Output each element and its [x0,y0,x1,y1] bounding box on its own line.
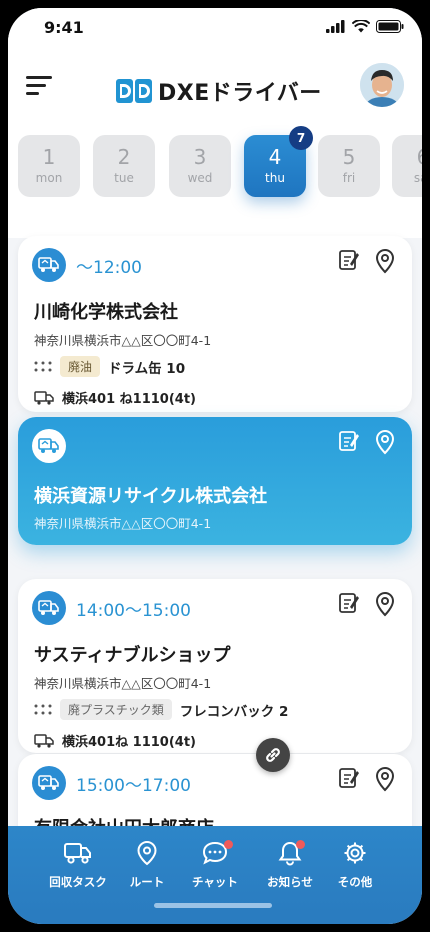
status-time: 9:41 [44,18,84,37]
day-fri[interactable]: 5 fri [318,135,380,197]
day-selector: 1 mon 2 tue 3 wed 4 thu 7 5 fri 6 sat [18,126,422,199]
gear-icon [344,842,366,864]
user-avatar[interactable] [360,63,404,107]
grid-dots-icon [34,704,52,714]
signal-icon [326,20,345,33]
company-name: サスティナブルショップ [34,645,231,666]
location-pin-icon [137,840,157,866]
task-time: 15:00〜17:00 [76,776,191,796]
app-title: DXEドライバー [158,81,322,106]
task-card[interactable]: 〜12:00 川崎化学株式会社 神奈川県横浜市△△区〇〇町4-1 廃油 ドラム缶… [18,236,412,412]
day-weekday: fri [342,171,356,185]
edit-note-icon[interactable] [338,248,360,272]
chat-notification-dot [224,840,233,849]
waste-quantity: ドラム缶 10 [108,360,186,377]
tab-label: チャット [192,875,238,889]
tab-collection-tasks[interactable]: 回収タスク [38,840,118,890]
vehicle-plate: 横浜401ね 1110(4t) [62,735,196,750]
status-icons [326,20,404,33]
truck-icon [34,390,54,405]
day-weekday: wed [187,171,213,185]
truck-icon [64,843,91,864]
link-button[interactable] [256,738,290,772]
hamburger-icon-line [26,84,46,87]
tab-chat[interactable]: チャット [175,840,255,890]
tab-label: 回収タスク [49,875,107,889]
grid-dots-icon [34,361,52,371]
dxe-logo-icon [116,79,152,103]
location-pin-icon[interactable] [374,591,396,617]
waste-item-row: 廃プラスチック類 フレコンバック 2 [34,699,288,720]
day-number: 2 [117,145,131,169]
avatar-image [360,63,404,107]
edit-note-icon[interactable] [338,591,360,615]
day-sat[interactable]: 6 sat [392,135,422,197]
waste-item-row: 廃油 ドラム缶 10 [34,356,185,377]
task-time: 14:00〜15:00 [76,601,191,621]
card-actions [338,766,396,792]
company-name: 川崎化学株式会社 [34,302,178,323]
day-tue[interactable]: 2 tue [93,135,155,197]
company-address: 神奈川県横浜市△△区〇〇町4-1 [34,333,212,348]
menu-button[interactable] [26,73,52,97]
bottom-tab-bar: 回収タスク ルート チャット お知らせ その他 [8,826,422,924]
location-pin-icon[interactable] [374,248,396,274]
card-actions [338,591,396,617]
home-indicator [154,903,272,908]
wifi-icon [352,20,370,33]
day-weekday: thu [265,171,285,185]
phone-screen: 9:41 DXEドライバー 1 mon 2 tue 3 wed 4 thu 7 … [8,8,422,924]
truck-recycle-icon [32,591,66,625]
day-wed[interactable]: 3 wed [169,135,231,197]
day-thu[interactable]: 4 thu 7 [244,126,313,197]
card-actions [338,248,396,274]
hamburger-icon-line [26,92,39,95]
task-card[interactable]: 14:00〜15:00 サスティナブルショップ 神奈川県横浜市△△区〇〇町4-1… [18,579,412,753]
day-number: 1 [42,145,56,169]
company-address: 神奈川県横浜市△△区〇〇町4-1 [34,516,212,531]
hamburger-icon [26,76,52,79]
truck-recycle-icon [32,766,66,800]
waste-quantity: フレコンバック 2 [179,703,289,720]
waste-type-tag: 廃油 [60,356,101,377]
app-brand: DXEドライバー [116,75,322,107]
truck-recycle-icon [32,248,66,282]
card-actions [338,429,396,455]
location-pin-icon[interactable] [374,429,396,455]
vehicle-plate: 横浜401 ね1110(4t) [62,392,196,407]
waste-type-tag: 廃プラスチック類 [60,699,172,720]
tab-others[interactable]: その他 [315,840,395,890]
task-count-badge: 7 [289,126,313,150]
day-weekday: tue [114,171,134,185]
truck-recycle-icon [32,429,66,463]
task-time: 〜12:00 [76,258,142,278]
day-number: 6 [392,145,422,169]
day-weekday: mon [35,171,63,185]
day-weekday: sat [413,171,422,185]
day-number: 3 [193,145,207,169]
battery-icon [376,20,404,33]
company-name: 横浜資源リサイクル株式会社 [34,486,268,507]
app-header: DXEドライバー [8,63,422,123]
status-bar: 9:41 [8,8,422,48]
truck-icon [34,733,54,748]
notification-dot [296,840,305,849]
vehicle-row: 横浜401ね 1110(4t) [34,731,196,750]
link-icon [266,748,280,762]
tab-label: その他 [337,875,373,889]
vehicle-row: 横浜401 ね1110(4t) [34,388,196,407]
company-address: 神奈川県横浜市△△区〇〇町4-1 [34,676,212,691]
edit-note-icon[interactable] [338,429,360,453]
task-card-highlighted[interactable]: 横浜資源リサイクル株式会社 神奈川県横浜市△△区〇〇町4-1 [18,417,412,545]
location-pin-icon[interactable] [374,766,396,792]
day-number: 5 [342,145,356,169]
edit-note-icon[interactable] [338,766,360,790]
day-mon[interactable]: 1 mon [18,135,80,197]
